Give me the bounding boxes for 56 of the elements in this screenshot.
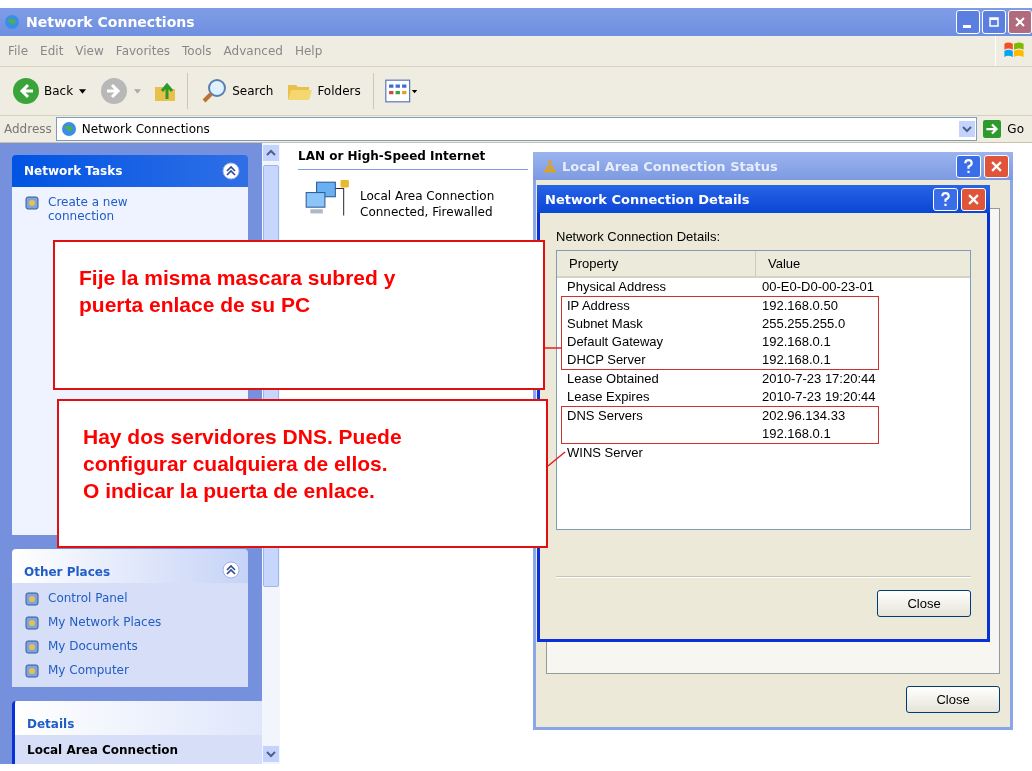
property-cell-text: Subnet Mask: [566, 315, 644, 333]
task-link[interactable]: My Network Places: [48, 615, 162, 629]
menu-item[interactable]: Favorites: [115, 44, 171, 58]
folders-button[interactable]: Folders: [281, 75, 365, 107]
property-cell-text: DHCP Server: [566, 351, 647, 369]
connection-status: Connected, Firewalled: [360, 204, 494, 220]
go-button[interactable]: Go: [981, 120, 1032, 138]
panel-title: Details: [27, 717, 75, 731]
annotation-text: Hay dos servidores DNS. Puede configurar cualquiera de ellos. O indicar la puerta de enlace.: [83, 425, 402, 502]
connection-name[interactable]: Local Area Connection: [360, 188, 495, 204]
value-cell: 2010-7-23 19:20:44: [762, 388, 876, 406]
value-cell: 202.96.134.33: [762, 407, 846, 425]
property-cell-text: Physical Address: [566, 278, 667, 296]
panel-title: Network Tasks: [24, 164, 123, 178]
menu-item[interactable]: Edit: [40, 44, 64, 58]
task-link[interactable]: My Computer: [48, 663, 129, 677]
property-cell-text: WINS Server: [566, 444, 644, 462]
value-cell-text: 192.168.0.1: [762, 425, 832, 443]
close-button[interactable]: Close: [906, 686, 1000, 713]
column-header[interactable]: Value: [756, 251, 801, 276]
address-field[interactable]: Network Connections: [55, 117, 978, 141]
task-link[interactable]: Control Panel: [48, 591, 128, 605]
menu-item[interactable]: View: [75, 44, 104, 58]
property-cell-text: Default Gateway: [566, 333, 665, 351]
task-link[interactable]: Create a new connection: [48, 195, 158, 223]
details-label: Network Connection Details:: [556, 229, 722, 244]
panel-header[interactable]: Other Places: [12, 549, 248, 583]
menu-item[interactable]: File: [8, 44, 29, 58]
value-cell: 2010-7-23 17:20:44: [762, 370, 876, 388]
value-cell: 255.255.255.0: [762, 315, 846, 333]
column-header[interactable]: Property: [557, 251, 756, 276]
task-link[interactable]: My Documents: [48, 639, 138, 653]
property-cell-text: DNS Servers: [566, 407, 644, 425]
value-cell: 00-E0-D0-00-23-01: [762, 278, 874, 296]
close-button[interactable]: Close: [877, 590, 971, 617]
dialog-title: Network Connection Details: [545, 191, 751, 207]
annotation-text: Fije la misma mascara subred y puerta enlace de su PC: [79, 266, 396, 316]
menu-item[interactable]: Help: [294, 44, 323, 58]
panel-header[interactable]: Details: [15, 701, 262, 735]
property-cell-text: Lease Expires: [566, 388, 651, 406]
value-cell: 192.168.0.1: [762, 351, 831, 369]
group-header: LAN or High-Speed Internet: [298, 149, 528, 170]
details-title: Local Area Connection: [27, 743, 180, 757]
back-button[interactable]: Back: [8, 75, 91, 107]
menu-item[interactable]: Advanced: [223, 44, 283, 58]
panel-header[interactable]: Network Tasks: [12, 155, 248, 187]
property-cell-text: IP Address: [566, 297, 631, 315]
window-title: Network Connections: [26, 14, 196, 30]
value-cell: 192.168.0.1: [762, 333, 831, 351]
value-cell: 192.168.0.50: [762, 297, 838, 315]
dialog-title: Local Area Connection Status: [562, 158, 779, 174]
property-cell-text: Lease Obtained: [566, 370, 660, 388]
search-button[interactable]: Search: [196, 75, 278, 107]
menu-item[interactable]: Tools: [182, 44, 212, 58]
address-label: Address: [4, 122, 52, 136]
panel-title: Other Places: [24, 565, 111, 579]
